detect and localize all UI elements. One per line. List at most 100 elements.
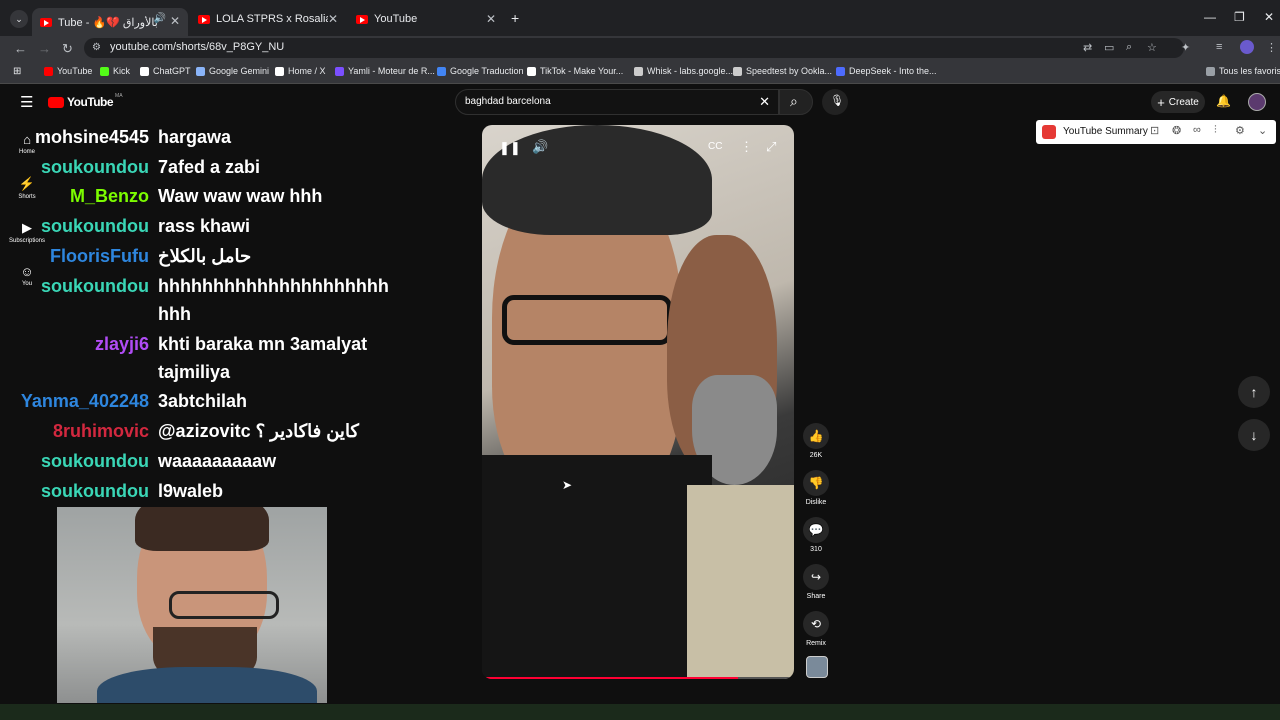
- bookmark-favicon-icon: [275, 66, 284, 76]
- extensions-icon[interactable]: ✦: [1181, 41, 1190, 54]
- webcam-overlay: [57, 507, 327, 703]
- tab-3-label: YouTube: [374, 13, 418, 25]
- bookmark-item[interactable]: ChatGPT: [140, 66, 191, 76]
- new-tab-button[interactable]: +: [511, 10, 519, 26]
- bookmark-item[interactable]: Speedtest by Ookla...: [733, 66, 832, 76]
- like-button[interactable]: 👍 26K: [800, 423, 832, 459]
- minimize-icon[interactable]: —: [1204, 10, 1216, 24]
- bookmark-item[interactable]: DeepSeek - Into the...: [836, 66, 937, 76]
- bookmark-item[interactable]: Whisk - labs.google...: [634, 66, 733, 76]
- pause-icon[interactable]: ❚❚: [499, 140, 521, 156]
- folder-icon: [1206, 66, 1215, 76]
- browser-menu-icon[interactable]: ⋮: [1266, 41, 1277, 54]
- back-icon[interactable]: ←: [14, 41, 27, 56]
- previous-video-button[interactable]: ↑: [1238, 376, 1270, 408]
- search-input[interactable]: baghdad barcelona ✕: [455, 89, 779, 115]
- summary-chevron-down-icon[interactable]: ⌄: [1258, 124, 1267, 137]
- dislike-button[interactable]: 👎 Dislike: [800, 470, 832, 506]
- share-button[interactable]: ↪ Share: [800, 564, 832, 600]
- bookmark-star-icon[interactable]: ☆: [1147, 41, 1157, 54]
- chat-username: Yanma_402248: [20, 391, 149, 411]
- glasses: [169, 591, 279, 619]
- video-progress-track[interactable]: [482, 677, 794, 679]
- chat-message: hhhhhhhhhhhhhhhhhhhhh: [158, 276, 389, 296]
- comments-button[interactable]: 💬 310: [800, 517, 832, 553]
- media-control-icon[interactable]: ≡: [1216, 41, 1222, 53]
- tab-list-button[interactable]: ⌄: [10, 10, 28, 28]
- tab-1[interactable]: Tube - 🔥💔 كل شي بالأوراق 🔊 ✕: [32, 8, 188, 36]
- hamburger-menu-icon[interactable]: ☰: [20, 93, 33, 111]
- youtube-favicon-icon: [198, 14, 210, 24]
- shorts-video-player[interactable]: ❚❚ 🔊 CC ⋮ ⤢: [482, 125, 794, 679]
- fullscreen-icon[interactable]: ⤢: [766, 139, 776, 155]
- captions-icon[interactable]: CC: [708, 141, 722, 152]
- forward-icon[interactable]: →: [38, 41, 51, 56]
- summary-settings-icon[interactable]: ⚙: [1235, 124, 1245, 137]
- close-tab-2-icon[interactable]: ✕: [328, 12, 338, 26]
- site-info-icon[interactable]: ⚙: [92, 42, 101, 53]
- bookmark-item[interactable]: Google Traduction: [437, 66, 524, 76]
- chat-username: soukoundou: [41, 216, 149, 236]
- close-tab-3-icon[interactable]: ✕: [486, 12, 496, 26]
- bookmark-favicon-icon: [634, 66, 643, 76]
- chat-message: Waw waw waw hhh: [158, 186, 323, 206]
- voice-search-button[interactable]: 🎙: [822, 89, 848, 115]
- bookmark-label: Yamli - Moteur de R...: [348, 66, 435, 76]
- remix-button[interactable]: ⟲ Remix: [800, 611, 832, 647]
- chat-username: soukoundou: [41, 481, 149, 501]
- audio-icon[interactable]: 🔊: [154, 13, 166, 24]
- maximize-icon[interactable]: ❐: [1234, 10, 1245, 24]
- sidebar-subscriptions-label: Subscriptions: [8, 238, 46, 244]
- summary-glasses-icon[interactable]: ∞: [1193, 124, 1201, 136]
- bookmark-item[interactable]: Kick: [100, 66, 130, 76]
- all-bookmarks[interactable]: Tous les favoris: [1206, 66, 1280, 76]
- notifications-bell-icon[interactable]: 🔔: [1216, 94, 1231, 108]
- chat-message: l9waleb: [158, 481, 224, 501]
- volume-icon[interactable]: 🔊: [532, 139, 548, 155]
- summary-chatgpt-icon[interactable]: ❂: [1172, 124, 1181, 137]
- bookmark-label: TikTok - Make Your...: [540, 66, 624, 76]
- sound-thumbnail[interactable]: [806, 656, 828, 678]
- remix-icon: ⟲: [803, 611, 829, 637]
- bookmark-item[interactable]: Yamli - Moteur de R...: [335, 66, 435, 76]
- bookmark-item[interactable]: Home / X: [275, 66, 326, 76]
- bookmark-favicon-icon: [733, 66, 742, 76]
- thumbs-up-icon: 👍: [803, 423, 829, 449]
- bookmark-item[interactable]: Google Gemini: [196, 66, 269, 76]
- bookmark-label: YouTube: [57, 66, 93, 76]
- youtube-logo-icon: [48, 96, 64, 108]
- share-icon: ↪: [803, 564, 829, 590]
- beige-jacket: [687, 485, 794, 679]
- tab-2[interactable]: LOLA STPRS x Rosalia BAGDAD ✕: [190, 8, 346, 30]
- next-video-button[interactable]: ↓: [1238, 419, 1270, 451]
- dislike-label: Dislike: [805, 499, 827, 506]
- bookmark-label: Whisk - labs.google...: [647, 66, 734, 76]
- search-button[interactable]: ⌕: [779, 89, 813, 115]
- reload-icon[interactable]: ↻: [62, 41, 73, 57]
- zoom-icon[interactable]: ⌕: [1126, 41, 1132, 54]
- summary-audio-icon[interactable]: ⫶: [1214, 124, 1217, 137]
- youtube-logo[interactable]: YouTube MA: [48, 93, 123, 109]
- comment-icon: 💬: [803, 517, 829, 543]
- create-button[interactable]: + Create: [1151, 91, 1205, 113]
- chat-message: rass khawi: [158, 216, 251, 236]
- close-window-icon[interactable]: ✕: [1264, 10, 1274, 24]
- youtube-summary-extension[interactable]: YouTube Summary ⊡ ❂ ∞ ⫶ ⚙ ⌄: [1036, 120, 1276, 144]
- cast-icon[interactable]: ▭: [1104, 41, 1114, 54]
- sidebar-shorts-label: Shorts: [18, 194, 36, 200]
- more-options-icon[interactable]: ⋮: [740, 139, 753, 155]
- close-tab-1-icon[interactable]: ✕: [170, 14, 180, 28]
- bookmark-item[interactable]: YouTube: [44, 66, 92, 76]
- tab-3[interactable]: YouTube ✕: [348, 8, 504, 30]
- translate-icon[interactable]: ⇄: [1083, 41, 1092, 54]
- clear-search-icon[interactable]: ✕: [759, 94, 770, 110]
- bookmark-label: Google Traduction: [450, 66, 524, 76]
- profile-avatar[interactable]: [1240, 40, 1254, 54]
- bookmark-item[interactable]: TikTok - Make Your...: [527, 66, 623, 76]
- bottom-border: [0, 704, 1280, 720]
- summary-ai-icon[interactable]: ⊡: [1150, 124, 1159, 137]
- sidebar-you-label: You: [21, 281, 33, 287]
- account-avatar[interactable]: [1248, 93, 1266, 111]
- apps-grid-icon[interactable]: ⊞: [13, 66, 21, 77]
- chat-username: soukoundou: [41, 451, 149, 471]
